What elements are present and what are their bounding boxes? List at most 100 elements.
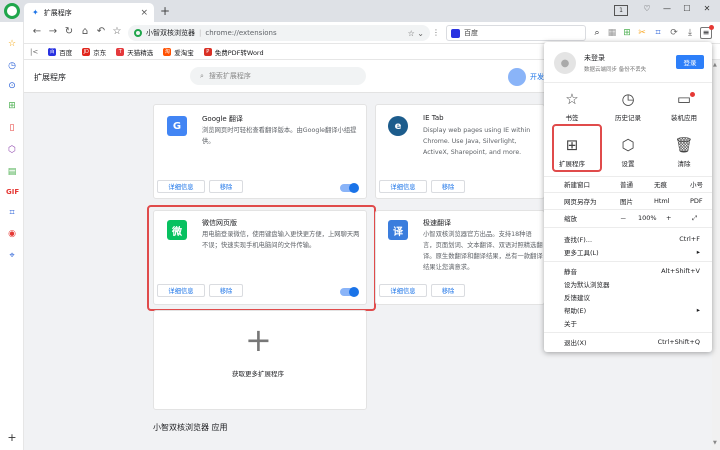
undo-icon[interactable]: ↶ [94, 26, 108, 37]
main-menu: ● 未登录 数据云端同步 备份不丢失 登录 ☆ 书签 ◷ 历史记录 ▭ 装机应用 ⊞ 扩… [544, 42, 712, 352]
history-icon[interactable]: ◷ [6, 60, 18, 72]
enable-toggle[interactable] [340, 287, 359, 297]
browser-logo-icon[interactable] [4, 3, 20, 19]
screenshot-icon[interactable]: ▦ [606, 27, 618, 39]
fullscreen-icon[interactable]: ⤢ [692, 214, 697, 223]
divider [544, 261, 712, 262]
url-separator: | [199, 29, 202, 37]
star-icon: ☆ [565, 90, 579, 108]
app-grid-icon[interactable]: ⊞ [621, 27, 633, 39]
bookmark-item[interactable]: 百百度 [48, 47, 72, 57]
collapse-icon[interactable]: |< [30, 48, 38, 56]
save-image[interactable]: 图片 [620, 196, 633, 206]
remove-button[interactable]: 移除 [431, 284, 465, 297]
menu-apps[interactable]: ▭ 装机应用 [664, 90, 704, 122]
browser-badge-icon [134, 29, 142, 37]
remove-button[interactable]: 移除 [209, 284, 243, 297]
new-window-small[interactable]: 小号 [690, 179, 703, 189]
menu-item[interactable]: 更多工具(L) ▸ [544, 244, 712, 260]
home-icon[interactable]: ⌂ [78, 26, 92, 37]
menu-settings[interactable]: ⬡ 设置 [608, 136, 648, 168]
page-title: 扩展程序 [34, 73, 66, 82]
fast-translate-icon: 译 [388, 220, 408, 240]
apps-icon[interactable]: ⊞ [6, 100, 18, 112]
plus-icon: + [245, 321, 272, 359]
new-window-incognito[interactable]: 无痕 [654, 179, 667, 189]
menu-clear[interactable]: 🗑 清除 [664, 136, 704, 168]
extension-search-input[interactable]: ⌕ 搜索扩展程序 [190, 67, 366, 85]
page-menu-icon[interactable]: ⋮ [432, 28, 440, 37]
menu-item[interactable]: 退出(X) Ctrl+Shift+Q [544, 334, 712, 350]
remove-button[interactable]: 移除 [209, 180, 243, 193]
login-button[interactable]: 登录 [676, 55, 704, 69]
save-pdf[interactable]: PDF [690, 197, 703, 205]
details-button[interactable]: 详细信息 [157, 180, 205, 193]
menu-bookmarks[interactable]: ☆ 书签 [552, 90, 592, 122]
gif-icon[interactable]: GIF [6, 186, 19, 198]
menu-history[interactable]: ◷ 历史记录 [608, 90, 648, 122]
note-icon[interactable]: ▤ [6, 166, 18, 178]
back-icon[interactable]: ← [30, 26, 44, 37]
search-placeholder: 搜索扩展程序 [208, 72, 251, 80]
pdf-icon[interactable]: ▯ [6, 122, 18, 134]
scan-icon[interactable]: ⌖ [6, 250, 18, 262]
reload-icon[interactable]: ↻ [62, 26, 76, 37]
scrollbar[interactable] [712, 60, 720, 450]
bookmark-item[interactable]: 淘爱淘宝 [163, 47, 194, 57]
address-bar[interactable]: 小智双核浏览器 | chrome://extensions ☆ ⌄ [128, 25, 430, 41]
close-window-button[interactable]: ✕ [700, 4, 714, 17]
url-text: chrome://extensions [205, 29, 277, 37]
zoom-in-button[interactable]: + [666, 214, 671, 222]
remove-button[interactable]: 移除 [431, 180, 465, 193]
zoom-label: 缩放 [564, 215, 577, 223]
window-counter-button[interactable]: 1 [614, 5, 628, 16]
skin-icon[interactable]: ♡ [640, 4, 654, 17]
divider [544, 82, 712, 83]
tool-icon[interactable]: ⬡ [6, 144, 18, 156]
avatar[interactable] [508, 68, 526, 86]
favorites-icon[interactable]: ☆ [6, 38, 18, 50]
download-side-icon[interactable]: ⊙ [6, 80, 18, 92]
search-engine-name: 百度 [464, 29, 478, 37]
bookmark-item[interactable]: P 免费PDF转Word [203, 47, 264, 57]
zoom-out-button[interactable]: － [620, 213, 627, 223]
crop-side-icon[interactable]: ⌗ [6, 207, 18, 219]
download-icon[interactable]: ⤓ [684, 27, 696, 39]
details-button[interactable]: 详细信息 [379, 180, 427, 193]
menu-notification-dot [709, 25, 714, 30]
tab-close-icon[interactable]: × [140, 8, 148, 18]
search-icon: ⌕ [200, 71, 204, 80]
bookmark-star-icon[interactable]: ☆ ⌄ [408, 29, 424, 38]
puzzle-icon: ✦ [32, 8, 39, 17]
scrollbar-down-icon[interactable]: ▼ [713, 440, 717, 446]
ie-tab-icon: e [388, 116, 408, 136]
enable-toggle[interactable] [340, 183, 359, 193]
user-avatar[interactable]: ● [554, 52, 576, 74]
forward-icon[interactable]: → [46, 26, 60, 37]
bookmark-item[interactable]: JD 京东 [82, 47, 106, 57]
apps-section-heading: 小智双核浏览器 应用 [153, 423, 228, 432]
search-icon[interactable]: ⌕ [591, 27, 603, 39]
clear-icon[interactable]: ✂ [636, 27, 648, 39]
favorite-icon[interactable]: ☆ [110, 26, 124, 37]
save-html[interactable]: Html [654, 197, 670, 205]
new-tab-button[interactable]: + [160, 4, 170, 18]
weibo-icon[interactable]: ◉ [6, 228, 18, 240]
site-name: 小智双核浏览器 [146, 29, 195, 37]
search-engine-box[interactable]: 百度 [446, 25, 586, 41]
details-button[interactable]: 详细信息 [157, 284, 205, 297]
menu-item[interactable]: 关于 [544, 315, 712, 331]
user-name: 未登录 [584, 54, 605, 62]
scrollbar-up-icon[interactable]: ▲ [713, 62, 717, 68]
minimize-button[interactable]: — [660, 4, 674, 17]
divider [544, 227, 712, 228]
new-window-normal[interactable]: 普通 [620, 179, 633, 189]
bookmark-item[interactable]: T 天猫精选 [116, 47, 153, 57]
extension-name: 微信网页版 [202, 219, 237, 227]
refresh-icon[interactable]: ⟳ [668, 27, 680, 39]
tab-extensions[interactable]: ✦ 扩展程序 × [24, 3, 154, 22]
add-sidebar-icon[interactable]: + [6, 432, 18, 444]
maximize-button[interactable]: ☐ [680, 4, 694, 17]
details-button[interactable]: 详细信息 [379, 284, 427, 297]
crop-icon[interactable]: ⌗ [652, 27, 664, 39]
